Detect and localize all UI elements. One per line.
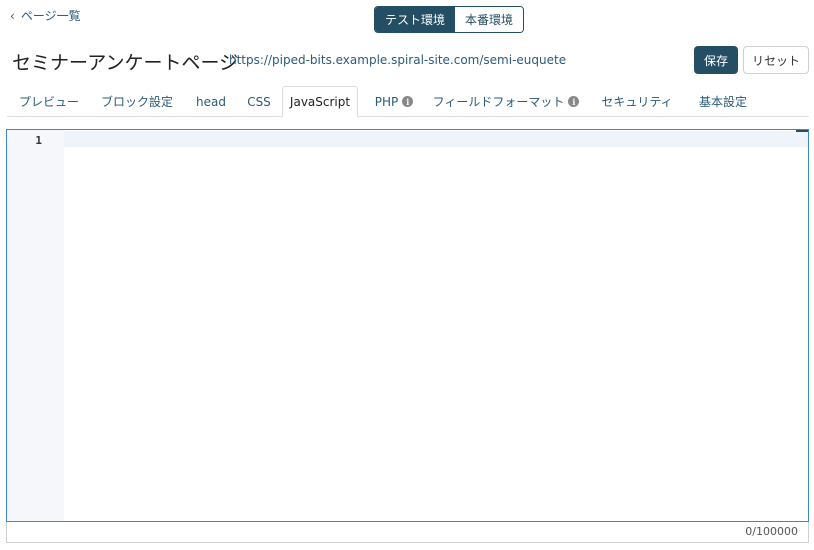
editor-scroll-indicator [796, 130, 808, 132]
tab-label: 基本設定 [698, 95, 747, 109]
character-counter: 0/100000 [745, 525, 798, 538]
tab-security[interactable]: セキュリティ [595, 86, 679, 117]
tab-php[interactable]: PHP i [364, 86, 424, 117]
character-counter-bar: 0/100000 [6, 522, 809, 543]
tab-label: JavaScript [289, 95, 351, 109]
chevron-left-icon: ‹ [10, 8, 15, 23]
tab-label: PHP [374, 94, 399, 109]
back-link-label: ページ一覧 [20, 9, 81, 23]
environment-toggle: テスト環境 本番環境 [374, 6, 525, 33]
test-environment-button[interactable]: テスト環境 [375, 7, 456, 32]
tab-label: フィールドフォーマット [432, 95, 565, 109]
tab-label: head [196, 94, 226, 109]
tab-field-format[interactable]: フィールドフォーマット i [431, 86, 581, 117]
active-line-highlight [64, 131, 808, 147]
reset-button[interactable]: リセット [743, 46, 809, 74]
tab-label: セキュリティ [601, 95, 673, 109]
code-editor[interactable]: 1 [6, 129, 809, 522]
production-environment-button[interactable]: 本番環境 [455, 7, 524, 32]
page-title: セミナーアンケートページ [12, 52, 239, 74]
tab-label: プレビュー [18, 95, 79, 109]
tab-css[interactable]: CSS [240, 86, 278, 117]
tab-head[interactable]: head [189, 86, 233, 117]
page-url-link[interactable]: https://piped-bits.example.spiral-site.c… [229, 53, 566, 67]
tab-block-settings[interactable]: ブロック設定 [94, 86, 180, 117]
back-to-page-list-link[interactable]: ‹ ページ一覧 [10, 7, 81, 24]
tab-bar: プレビュー ブロック設定 head CSS JavaScript PHP i フ… [7, 86, 809, 118]
save-button[interactable]: 保存 [694, 46, 738, 74]
line-number-gutter: 1 [7, 130, 64, 521]
tab-preview[interactable]: プレビュー [7, 86, 91, 117]
tab-label: CSS [247, 94, 271, 109]
info-icon: i [402, 96, 414, 107]
tab-javascript[interactable]: JavaScript [282, 86, 358, 118]
tab-label: ブロック設定 [100, 95, 173, 109]
info-icon: i [568, 96, 580, 107]
line-number: 1 [35, 134, 42, 147]
tab-basic-settings[interactable]: 基本設定 [689, 86, 757, 117]
